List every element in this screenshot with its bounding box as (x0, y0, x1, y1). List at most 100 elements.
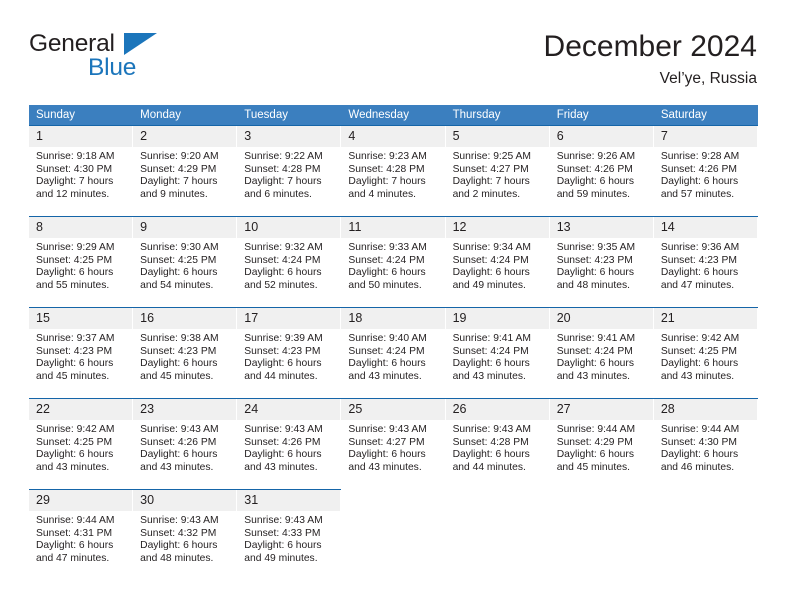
daylight-text-line2: and 44 minutes. (452, 461, 526, 473)
calendar-day-cell[interactable]: 3 Sunrise: 9:22 AM Sunset: 4:28 PM Daylight… (237, 125, 342, 216)
calendar-day-cell[interactable]: 6 Sunrise: 9:26 AM Sunset: 4:26 PM Daylight… (549, 125, 654, 216)
weekday-header-saturday: Saturday (653, 105, 758, 125)
day-number: 3 (237, 126, 342, 147)
day-details: Sunrise: 9:43 AM Sunset: 4:26 PM Daylight:… (133, 420, 237, 474)
sunset-text: Sunset: 4:30 PM (36, 163, 113, 175)
calendar-day-cell[interactable]: 13 Sunrise: 9:35 AM Sunset: 4:23 PM Dayligh… (549, 216, 654, 307)
daylight-text-line2: and 48 minutes. (140, 552, 214, 564)
calendar-day-cell[interactable]: 9 Sunrise: 9:30 AM Sunset: 4:25 PM Daylight… (133, 216, 238, 307)
calendar-day-cell[interactable]: 24 Sunrise: 9:43 AM Sunset: 4:26 PM Dayligh… (237, 398, 342, 489)
calendar-header-row: Sunday Monday Tuesday Wednesday Thursday… (29, 105, 758, 125)
sunrise-text: Sunrise: 9:29 AM (36, 242, 115, 253)
calendar-day-cell[interactable]: 7 Sunrise: 9:28 AM Sunset: 4:26 PM Daylight… (653, 125, 758, 216)
sunset-text: Sunset: 4:30 PM (660, 436, 737, 448)
sunset-text: Sunset: 4:31 PM (36, 527, 113, 539)
day-cell-inner: 28 Sunrise: 9:44 AM Sunset: 4:30 PM Dayligh… (653, 398, 758, 489)
sunrise-text: Sunrise: 9:23 AM (348, 151, 427, 162)
day-details: Sunrise: 9:29 AM Sunset: 4:25 PM Daylight:… (29, 238, 133, 292)
calendar-day-cell[interactable]: 31 Sunrise: 9:43 AM Sunset: 4:33 PM Dayligh… (237, 489, 342, 580)
calendar-day-cell[interactable]: 26 Sunrise: 9:43 AM Sunset: 4:28 PM Dayligh… (445, 398, 550, 489)
calendar-day-cell[interactable]: 27 Sunrise: 9:44 AM Sunset: 4:29 PM Dayligh… (549, 398, 654, 489)
sunrise-text: Sunrise: 9:43 AM (452, 424, 531, 435)
sunrise-text: Sunrise: 9:33 AM (348, 242, 427, 253)
calendar-day-cell[interactable]: 1 Sunrise: 9:18 AM Sunset: 4:30 PM Daylight… (29, 125, 134, 216)
calendar-day-cell[interactable]: 14 Sunrise: 9:36 AM Sunset: 4:23 PM Dayligh… (653, 216, 758, 307)
daylight-text-line1: Daylight: 6 hours (140, 267, 218, 279)
day-number: 8 (29, 217, 134, 238)
sunset-text: Sunset: 4:28 PM (244, 163, 321, 175)
day-number: 31 (237, 490, 342, 511)
day-details: Sunrise: 9:42 AM Sunset: 4:25 PM Daylight:… (29, 420, 133, 474)
day-details: Sunrise: 9:33 AM Sunset: 4:24 PM Daylight:… (341, 238, 445, 292)
calendar-day-cell[interactable]: 5 Sunrise: 9:25 AM Sunset: 4:27 PM Daylight… (445, 125, 550, 216)
daylight-text-line1: Daylight: 6 hours (244, 267, 322, 279)
sunset-text: Sunset: 4:23 PM (36, 345, 113, 357)
daylight-text-line1: Daylight: 6 hours (660, 176, 739, 188)
day-cell-inner: 8 Sunrise: 9:29 AM Sunset: 4:25 PM Daylight… (29, 216, 134, 307)
sunrise-text: Sunrise: 9:18 AM (36, 151, 115, 162)
daylight-text-line2: and 43 minutes. (244, 461, 318, 473)
sunset-text: Sunset: 4:33 PM (244, 527, 321, 539)
day-number: 12 (445, 217, 550, 238)
day-number: 23 (133, 399, 238, 420)
daylight-text-line1: Daylight: 6 hours (348, 267, 426, 279)
daylight-text-line2: and 6 minutes. (244, 188, 312, 200)
sunset-text: Sunset: 4:24 PM (348, 345, 425, 357)
day-number: 18 (341, 308, 446, 329)
calendar-day-cell[interactable]: 29 Sunrise: 9:44 AM Sunset: 4:31 PM Dayligh… (29, 489, 134, 580)
calendar-day-cell[interactable]: 11 Sunrise: 9:33 AM Sunset: 4:24 PM Dayligh… (341, 216, 446, 307)
calendar-day-cell[interactable]: 12 Sunrise: 9:34 AM Sunset: 4:24 PM Dayligh… (445, 216, 550, 307)
daylight-text-line1: Daylight: 6 hours (452, 449, 530, 461)
calendar-day-cell[interactable]: 16 Sunrise: 9:38 AM Sunset: 4:23 PM Dayligh… (133, 307, 238, 398)
page-header: General Blue December 2024 Vel’ye, Russi… (29, 28, 757, 98)
day-cell-inner: 12 Sunrise: 9:34 AM Sunset: 4:24 PM Dayligh… (445, 216, 550, 307)
sunset-text: Sunset: 4:27 PM (348, 436, 425, 448)
brand-logo[interactable]: General Blue (29, 30, 249, 92)
day-details: Sunrise: 9:36 AM Sunset: 4:23 PM Daylight:… (654, 238, 758, 292)
calendar-day-cell[interactable]: 2 Sunrise: 9:20 AM Sunset: 4:29 PM Daylight… (133, 125, 238, 216)
calendar-page: General Blue December 2024 Vel’ye, Russi… (0, 0, 792, 612)
day-cell-inner: 9 Sunrise: 9:30 AM Sunset: 4:25 PM Daylight… (133, 216, 238, 307)
calendar-day-cell[interactable]: 28 Sunrise: 9:44 AM Sunset: 4:30 PM Dayligh… (653, 398, 758, 489)
calendar-body: 1 Sunrise: 9:18 AM Sunset: 4:30 PM Daylight… (29, 125, 758, 580)
calendar-day-cell[interactable]: 17 Sunrise: 9:39 AM Sunset: 4:23 PM Dayligh… (237, 307, 342, 398)
calendar-day-cell[interactable]: 20 Sunrise: 9:41 AM Sunset: 4:24 PM Dayligh… (549, 307, 654, 398)
weekday-header-thursday: Thursday (445, 105, 550, 125)
day-number: 16 (133, 308, 238, 329)
sunset-text: Sunset: 4:23 PM (140, 345, 217, 357)
day-cell-inner (446, 489, 550, 579)
sunset-text: Sunset: 4:24 PM (556, 345, 633, 357)
daylight-text-line2: and 9 minutes. (140, 188, 208, 200)
day-details: Sunrise: 9:44 AM Sunset: 4:31 PM Daylight:… (29, 511, 133, 565)
daylight-text-line2: and 43 minutes. (36, 461, 110, 473)
daylight-text-line2: and 45 minutes. (36, 370, 110, 382)
calendar-day-cell[interactable]: 10 Sunrise: 9:32 AM Sunset: 4:24 PM Dayligh… (237, 216, 342, 307)
calendar-day-cell[interactable]: 23 Sunrise: 9:43 AM Sunset: 4:26 PM Dayligh… (133, 398, 238, 489)
calendar-day-cell[interactable]: 22 Sunrise: 9:42 AM Sunset: 4:25 PM Dayligh… (29, 398, 134, 489)
day-number: 27 (549, 399, 654, 420)
day-cell-inner: 31 Sunrise: 9:43 AM Sunset: 4:33 PM Dayligh… (237, 489, 342, 580)
sunrise-text: Sunrise: 9:28 AM (660, 151, 740, 162)
sunrise-text: Sunrise: 9:41 AM (452, 333, 531, 344)
calendar-day-cell[interactable]: 25 Sunrise: 9:43 AM Sunset: 4:27 PM Dayligh… (341, 398, 446, 489)
calendar-day-cell[interactable]: 18 Sunrise: 9:40 AM Sunset: 4:24 PM Dayligh… (341, 307, 446, 398)
day-number: 30 (133, 490, 238, 511)
sunrise-text: Sunrise: 9:43 AM (348, 424, 427, 435)
calendar-day-cell[interactable]: 30 Sunrise: 9:43 AM Sunset: 4:32 PM Dayligh… (133, 489, 238, 580)
calendar-day-cell[interactable]: 19 Sunrise: 9:41 AM Sunset: 4:24 PM Dayligh… (445, 307, 550, 398)
calendar-day-cell[interactable]: 21 Sunrise: 9:42 AM Sunset: 4:25 PM Dayligh… (653, 307, 758, 398)
day-details: Sunrise: 9:43 AM Sunset: 4:28 PM Daylight:… (446, 420, 550, 474)
calendar-day-cell[interactable]: 15 Sunrise: 9:37 AM Sunset: 4:23 PM Dayligh… (29, 307, 134, 398)
sunset-text: Sunset: 4:25 PM (660, 345, 737, 357)
daylight-text-line1: Daylight: 6 hours (556, 358, 634, 370)
day-cell-inner: 26 Sunrise: 9:43 AM Sunset: 4:28 PM Dayligh… (445, 398, 550, 489)
day-details: Sunrise: 9:43 AM Sunset: 4:27 PM Daylight:… (341, 420, 445, 474)
sunset-text: Sunset: 4:26 PM (660, 163, 737, 175)
calendar-empty-cell (446, 489, 550, 580)
daylight-text-line1: Daylight: 6 hours (140, 540, 218, 552)
calendar-day-cell[interactable]: 4 Sunrise: 9:23 AM Sunset: 4:28 PM Daylight… (341, 125, 446, 216)
day-number: 24 (237, 399, 342, 420)
daylight-text-line2: and 43 minutes. (348, 370, 422, 382)
calendar-day-cell[interactable]: 8 Sunrise: 9:29 AM Sunset: 4:25 PM Daylight… (29, 216, 134, 307)
sunrise-text: Sunrise: 9:42 AM (36, 424, 115, 435)
